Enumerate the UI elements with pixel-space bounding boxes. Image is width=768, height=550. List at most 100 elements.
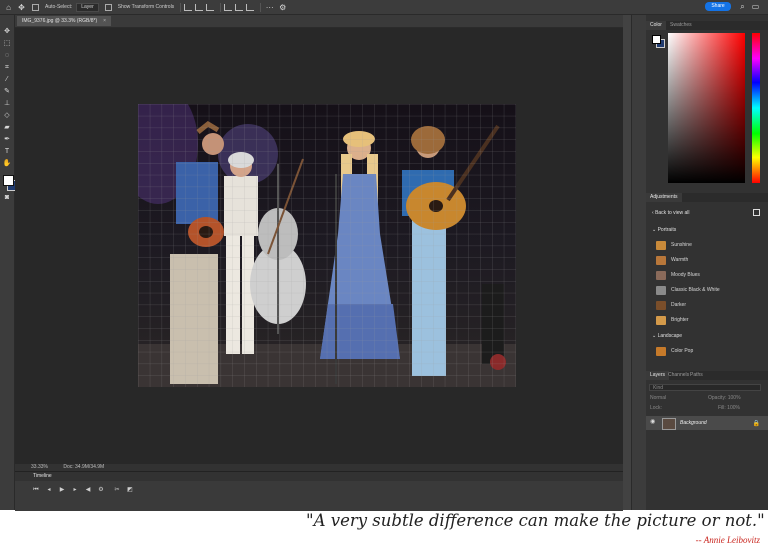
type-icon[interactable]: T	[2, 147, 12, 156]
preset-sunshine[interactable]: Sunshine	[656, 240, 692, 250]
settings-icon[interactable]: ⚙	[97, 487, 105, 494]
preset-label: Color Pop	[671, 348, 694, 354]
more-options-icon[interactable]: ···	[265, 3, 274, 12]
layer-row[interactable]: ◉ Background 🔒	[646, 416, 768, 430]
auto-select-label: Auto-Select:	[45, 4, 73, 10]
document-canvas-image[interactable]	[138, 104, 516, 387]
show-transform-checkbox[interactable]	[104, 3, 112, 11]
play-icon[interactable]: ▶	[58, 487, 66, 494]
align-middle-icon[interactable]	[235, 3, 244, 11]
quote-author: -- Annie Leibovitz	[695, 535, 760, 545]
lasso-icon[interactable]: ◌	[2, 51, 12, 60]
tab-color[interactable]: Color	[646, 21, 666, 30]
layers-panel: Layers Channels Paths Kind Normal Opacit…	[646, 371, 768, 510]
tab-adjustments[interactable]: Adjustments	[646, 193, 682, 202]
preset-label: Sunshine	[671, 242, 692, 248]
status-bar: 33.33% Doc: 34.9M/34.9M	[15, 464, 623, 471]
color-panel-tabs: Color Swatches	[646, 21, 768, 30]
panel-foreground-swatch[interactable]	[652, 35, 661, 44]
foreground-color-swatch[interactable]	[3, 175, 14, 186]
preset-label: Brighter	[671, 317, 689, 323]
preset-label: Darker	[671, 302, 687, 308]
canvas-margin	[15, 28, 30, 464]
zoom-level[interactable]: 33.33%	[31, 464, 48, 470]
vertical-scrollbar[interactable]	[623, 15, 631, 510]
align-bottom-icon[interactable]	[246, 3, 255, 11]
lock-icon[interactable]: 🔒	[753, 420, 760, 427]
preset-brighter[interactable]: Brighter	[656, 315, 689, 325]
lock-fill-row: Lock: Fill: 100%	[646, 405, 768, 412]
preset-thumbnail	[656, 285, 666, 295]
options-bar: ⌂ ✥ Auto-Select: Layer Show Transform Co…	[0, 0, 768, 15]
preset-thumbnail	[656, 346, 666, 356]
brush-icon[interactable]: ✎	[2, 87, 12, 96]
crop-icon[interactable]: ⌗	[2, 63, 12, 72]
preset-label: Moody Blues	[671, 272, 700, 278]
blend-mode-select[interactable]: Normal	[650, 395, 666, 401]
section-label: Landscape	[657, 333, 683, 339]
auto-select-checkbox[interactable]	[32, 3, 39, 11]
opacity-field[interactable]: Opacity: 100%	[708, 395, 741, 401]
pen-icon[interactable]: ✒	[2, 135, 12, 144]
gradient-icon[interactable]: ▰	[2, 123, 12, 132]
eraser-icon[interactable]: ◇	[2, 111, 12, 120]
fill-field[interactable]: Fill: 100%	[718, 405, 740, 411]
layer-filter[interactable]: Kind	[649, 384, 761, 391]
settings-icon[interactable]: ⚙	[278, 3, 287, 12]
move-icon[interactable]: ✥	[2, 27, 12, 36]
layer-thumbnail	[662, 418, 676, 430]
document-tab[interactable]: IMG_9376.jpg @ 33.3% (RGB/8*) ×	[17, 16, 112, 26]
color-field[interactable]	[668, 33, 745, 183]
align-center-icon[interactable]	[195, 3, 204, 11]
back-to-view-all[interactable]: ‹ Back to view all	[652, 210, 690, 216]
prev-frame-icon[interactable]: ◂	[45, 487, 53, 494]
section-landscape[interactable]: ⌄ Landscape	[652, 333, 682, 339]
share-button[interactable]: Share	[705, 2, 731, 11]
align-left-icon[interactable]	[184, 3, 193, 11]
preset-thumbnail	[656, 270, 666, 280]
document-tab-bar: IMG_9376.jpg @ 33.3% (RGB/8*) ×	[15, 15, 623, 28]
home-icon[interactable]: ⌂	[4, 3, 13, 12]
tab-paths[interactable]: Paths	[686, 371, 707, 380]
hand-icon[interactable]: ✋	[2, 159, 12, 168]
layers-panel-tabs: Layers Channels Paths	[646, 371, 768, 380]
close-icon[interactable]: ×	[103, 18, 106, 24]
stamp-icon[interactable]: ⊥	[2, 99, 12, 108]
divider	[220, 2, 222, 12]
preset-label: Warmth	[671, 257, 689, 263]
transition-icon[interactable]: ◩	[126, 487, 134, 494]
photoshop-window: ⌂ ✥ Auto-Select: Layer Show Transform Co…	[0, 0, 768, 511]
preset-thumbnail	[656, 315, 666, 325]
split-icon[interactable]: ✂	[113, 487, 121, 494]
search-icon[interactable]: ⌕	[738, 2, 747, 11]
preset-warmth[interactable]: Warmth	[656, 255, 688, 265]
section-portraits[interactable]: ⌄ Portraits	[652, 227, 676, 233]
blend-opacity-row: Normal Opacity: 100%	[646, 395, 768, 402]
move-tool-icon[interactable]: ✥	[17, 3, 26, 12]
hue-slider[interactable]	[752, 33, 760, 183]
preset-color-pop[interactable]: Color Pop	[656, 346, 693, 356]
first-frame-icon[interactable]: ⏮	[32, 487, 40, 494]
eyedropper-icon[interactable]: ⁄	[2, 75, 12, 84]
audio-icon[interactable]: ◀	[84, 487, 92, 494]
tab-swatches[interactable]: Swatches	[666, 21, 696, 30]
grid-view-icon[interactable]	[753, 209, 760, 216]
lock-label: Lock:	[650, 405, 662, 411]
show-transform-label: Show Transform Controls	[117, 4, 175, 10]
preset-moody-blues[interactable]: Moody Blues	[656, 270, 700, 280]
auto-select-dropdown[interactable]: Layer	[76, 2, 99, 12]
timeline-title: Timeline	[15, 472, 623, 481]
doc-size: Doc: 34.9M/34.9M	[63, 464, 105, 470]
eye-icon[interactable]: ◉	[650, 419, 657, 426]
preset-classic-bw[interactable]: Classic Black & White	[656, 285, 720, 295]
align-top-icon[interactable]	[224, 3, 233, 11]
workspace-icon[interactable]: ▭	[751, 2, 760, 11]
align-right-icon[interactable]	[206, 3, 215, 11]
quick-mask-icon[interactable]: ◙	[2, 193, 12, 202]
next-frame-icon[interactable]: ▸	[71, 487, 79, 494]
preset-darker[interactable]: Darker	[656, 300, 686, 310]
band-photo	[138, 104, 516, 387]
divider	[180, 2, 182, 12]
section-label: Portraits	[657, 227, 677, 233]
marquee-icon[interactable]: ⬚	[2, 39, 12, 48]
